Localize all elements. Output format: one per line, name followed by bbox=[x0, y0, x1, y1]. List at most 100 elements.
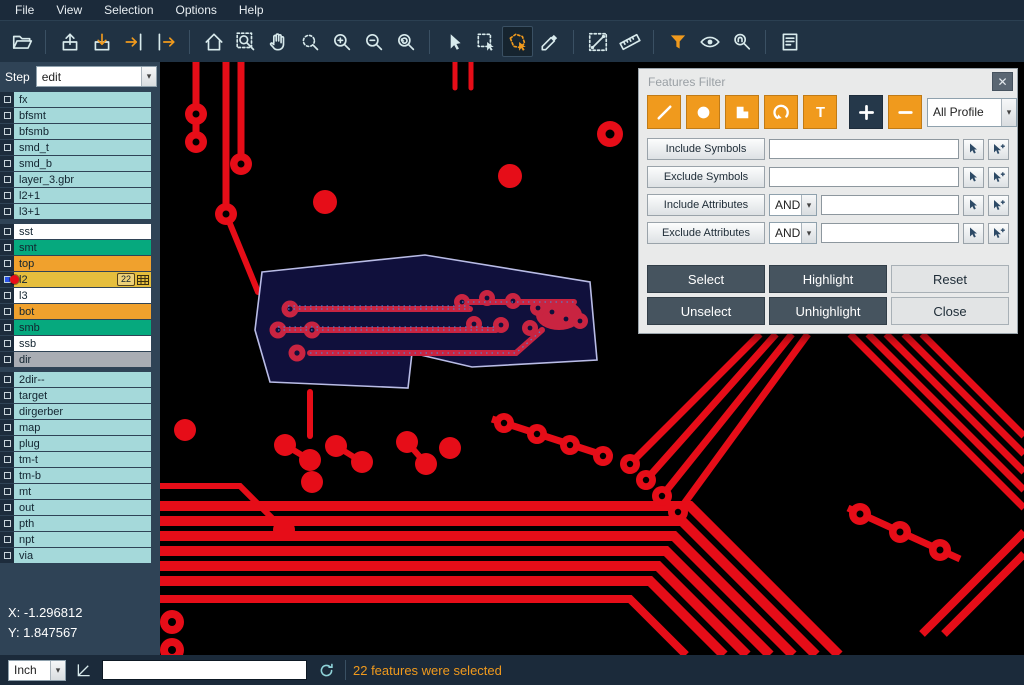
layer-visibility-checkbox[interactable] bbox=[0, 372, 14, 387]
layer-row-layer-3-gbr[interactable]: layer_3.gbr bbox=[0, 172, 151, 187]
brush-icon[interactable] bbox=[534, 26, 565, 57]
text-tool-icon[interactable]: T bbox=[803, 95, 837, 129]
pick-add-arrow-icon[interactable] bbox=[988, 139, 1009, 160]
ruler-icon[interactable] bbox=[614, 26, 645, 57]
layer-row-smd-b[interactable]: smd_b bbox=[0, 156, 151, 171]
layer-visibility-checkbox[interactable] bbox=[0, 240, 14, 255]
layer-row-target[interactable]: target bbox=[0, 388, 151, 403]
line-tool-icon[interactable] bbox=[647, 95, 681, 129]
home-icon[interactable] bbox=[198, 26, 229, 57]
unhighlight-button[interactable]: Unhighlight bbox=[769, 297, 887, 325]
layer-row-l3-1[interactable]: l3+1 bbox=[0, 204, 151, 219]
zoom-reset-icon[interactable] bbox=[390, 26, 421, 57]
layer-row-npt[interactable]: npt bbox=[0, 532, 151, 547]
layer-row-sst[interactable]: sst bbox=[0, 224, 151, 239]
layer-row-smt[interactable]: smt bbox=[0, 240, 151, 255]
include-symbols-button[interactable]: Include Symbols bbox=[647, 138, 765, 160]
layer-row-fx[interactable]: fx bbox=[0, 92, 151, 107]
layer-row-bfsmt[interactable]: bfsmt bbox=[0, 108, 151, 123]
zoom-area-icon[interactable] bbox=[230, 26, 261, 57]
select-button[interactable]: Select bbox=[647, 265, 765, 293]
open-folder-icon[interactable] bbox=[6, 26, 37, 57]
layer-row-bfsmb[interactable]: bfsmb bbox=[0, 124, 151, 139]
layer-visibility-checkbox[interactable] bbox=[0, 532, 14, 547]
layer-visibility-checkbox[interactable] bbox=[0, 468, 14, 483]
layer-visibility-checkbox[interactable] bbox=[0, 336, 14, 351]
command-input[interactable] bbox=[102, 660, 307, 680]
layer-row-tm-b[interactable]: tm-b bbox=[0, 468, 151, 483]
layer-visibility-checkbox[interactable] bbox=[0, 256, 14, 271]
include-symbols-input[interactable] bbox=[769, 139, 959, 159]
layer-visibility-checkbox[interactable] bbox=[0, 140, 14, 155]
layer-visibility-checkbox[interactable] bbox=[0, 500, 14, 515]
layer-row-mt[interactable]: mt bbox=[0, 484, 151, 499]
layer-visibility-checkbox[interactable] bbox=[0, 388, 14, 403]
layer-row-pth[interactable]: pth bbox=[0, 516, 151, 531]
eye-icon[interactable] bbox=[694, 26, 725, 57]
layer-visibility-checkbox[interactable] bbox=[0, 272, 14, 287]
reset-button[interactable]: Reset bbox=[891, 265, 1009, 293]
arrow-out-icon[interactable] bbox=[150, 26, 181, 57]
minus-tool-icon[interactable] bbox=[888, 95, 922, 129]
layer-row-l2-1[interactable]: l2+1 bbox=[0, 188, 151, 203]
menu-item-selection[interactable]: Selection bbox=[93, 0, 164, 20]
arc-tool-icon[interactable] bbox=[764, 95, 798, 129]
layer-visibility-checkbox[interactable] bbox=[0, 156, 14, 171]
include-attributes-button[interactable]: Include Attributes bbox=[647, 194, 765, 216]
exclude-symbols-button[interactable]: Exclude Symbols bbox=[647, 166, 765, 188]
report-icon[interactable] bbox=[774, 26, 805, 57]
menu-item-view[interactable]: View bbox=[45, 0, 93, 20]
layer-visibility-checkbox[interactable] bbox=[0, 304, 14, 319]
layer-row-smd-t[interactable]: smd_t bbox=[0, 140, 151, 155]
layer-visibility-checkbox[interactable] bbox=[0, 452, 14, 467]
layer-row-bot[interactable]: bot bbox=[0, 304, 151, 319]
layer-visibility-checkbox[interactable] bbox=[0, 320, 14, 335]
layer-visibility-checkbox[interactable] bbox=[0, 224, 14, 239]
layer-visibility-checkbox[interactable] bbox=[0, 484, 14, 499]
profile-combo[interactable]: All Profile ▾ bbox=[927, 98, 1017, 127]
unselect-button[interactable]: Unselect bbox=[647, 297, 765, 325]
exclude-attributes-button[interactable]: Exclude Attributes bbox=[647, 222, 765, 244]
zoom-in-icon[interactable] bbox=[326, 26, 357, 57]
pointer-icon[interactable] bbox=[438, 26, 469, 57]
exclude-symbols-input[interactable] bbox=[769, 167, 959, 187]
layer-row-dirgerber[interactable]: dirgerber bbox=[0, 404, 151, 419]
layer-row-l3[interactable]: l3 bbox=[0, 288, 151, 303]
layer-visibility-checkbox[interactable] bbox=[0, 204, 14, 219]
layer-row-via[interactable]: via bbox=[0, 548, 151, 563]
step-combo[interactable]: edit ▾ bbox=[36, 66, 157, 87]
layer-row-tm-t[interactable]: tm-t bbox=[0, 452, 151, 467]
and-operator-combo[interactable]: AND▾ bbox=[769, 194, 817, 216]
layer-visibility-checkbox[interactable] bbox=[0, 288, 14, 303]
layer-row-smb[interactable]: smb bbox=[0, 320, 151, 335]
export-box-icon[interactable] bbox=[54, 26, 85, 57]
close-icon[interactable]: ✕ bbox=[992, 72, 1013, 91]
pan-hand-icon[interactable] bbox=[262, 26, 293, 57]
layer-row-dir[interactable]: dir bbox=[0, 352, 151, 367]
layer-visibility-checkbox[interactable] bbox=[0, 352, 14, 367]
layer-row-top[interactable]: top bbox=[0, 256, 151, 271]
layer-row-ssb[interactable]: ssb bbox=[0, 336, 151, 351]
menu-item-help[interactable]: Help bbox=[228, 0, 275, 20]
pick-arrow-icon[interactable] bbox=[963, 139, 984, 160]
layer-visibility-checkbox[interactable] bbox=[0, 436, 14, 451]
menu-item-file[interactable]: File bbox=[4, 0, 45, 20]
layer-visibility-checkbox[interactable] bbox=[0, 188, 14, 203]
pick-arrow-icon[interactable] bbox=[963, 195, 984, 216]
layer-visibility-checkbox[interactable] bbox=[0, 420, 14, 435]
dialog-titlebar[interactable]: Features Filter ✕ bbox=[639, 69, 1017, 94]
zoom-out-icon[interactable] bbox=[358, 26, 389, 57]
find-similar-icon[interactable] bbox=[726, 26, 757, 57]
plus-tool-icon[interactable] bbox=[849, 95, 883, 129]
pick-add-arrow-icon[interactable] bbox=[988, 223, 1009, 244]
layer-visibility-checkbox[interactable] bbox=[0, 108, 14, 123]
layer-visibility-checkbox[interactable] bbox=[0, 92, 14, 107]
include-attributes-input[interactable] bbox=[821, 195, 959, 215]
measure-diag-icon[interactable] bbox=[582, 26, 613, 57]
pad-tool-icon[interactable] bbox=[686, 95, 720, 129]
corner-angle-icon[interactable] bbox=[73, 659, 95, 681]
layer-visibility-checkbox[interactable] bbox=[0, 404, 14, 419]
layer-row-l2[interactable]: l222 bbox=[0, 272, 151, 287]
exclude-attributes-input[interactable] bbox=[821, 223, 959, 243]
layer-row-map[interactable]: map bbox=[0, 420, 151, 435]
